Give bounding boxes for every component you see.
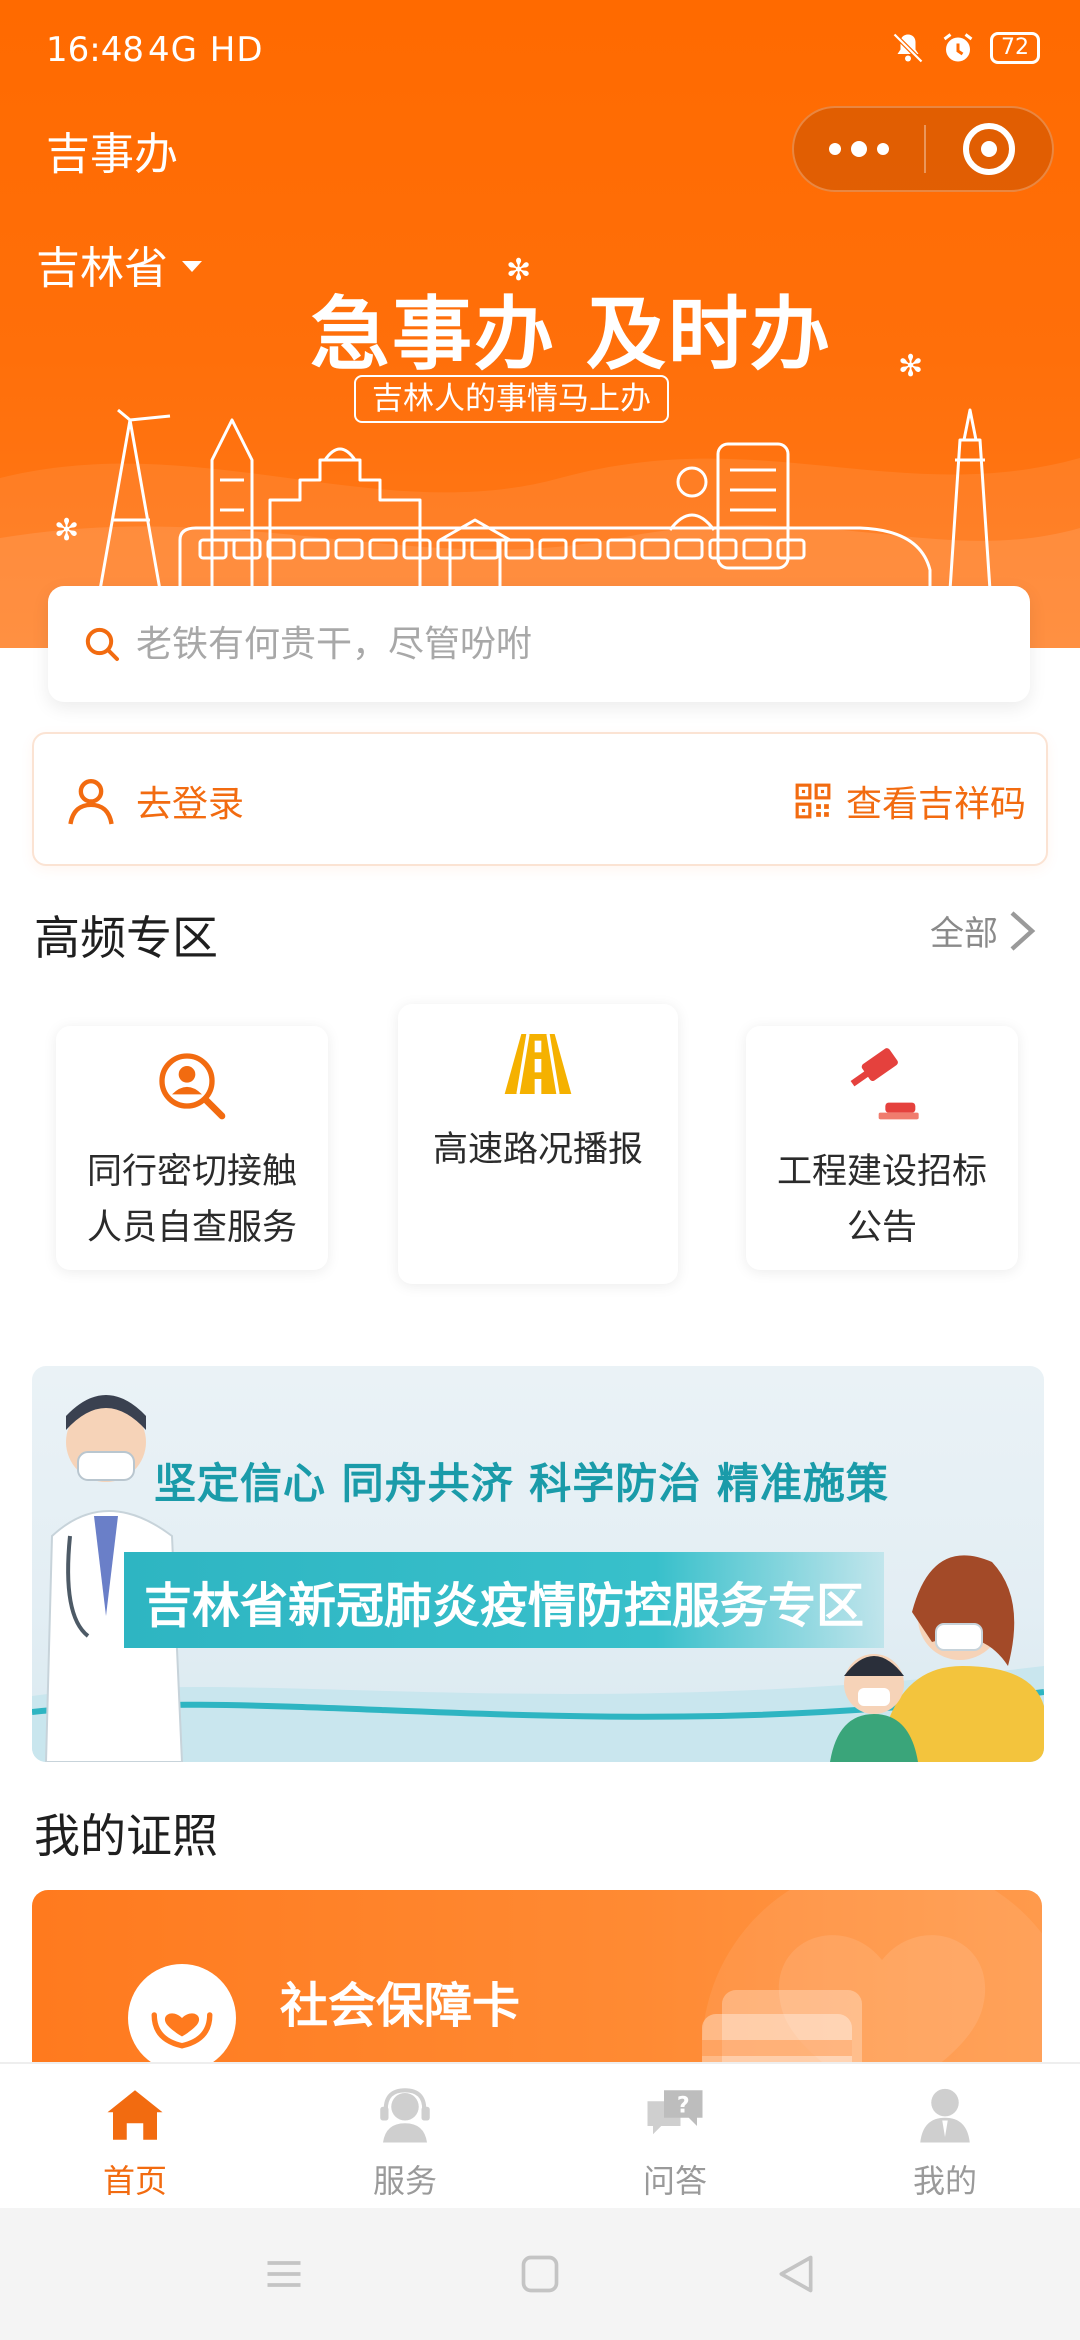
user-outline-icon bbox=[68, 779, 114, 825]
dot-icon bbox=[829, 143, 841, 155]
certificates-title: 我的证照 bbox=[34, 1809, 218, 1863]
caret-down-icon bbox=[182, 260, 202, 272]
network-indicator: 4G HD bbox=[148, 30, 264, 70]
banner-title: 吉林省新冠肺炎疫情防控服务专区 bbox=[144, 1578, 865, 1634]
menu-icon[interactable] bbox=[262, 2252, 306, 2296]
status-time: 16:48 bbox=[46, 30, 144, 70]
tab-label: 我的 bbox=[912, 2162, 977, 2200]
system-navigation-bar bbox=[0, 2208, 1080, 2340]
status-icons: 72 bbox=[890, 30, 1040, 66]
snowflake-icon: ✻ bbox=[898, 349, 924, 384]
certificate-name: 社会保障卡 bbox=[280, 1978, 521, 2034]
target-close-icon bbox=[963, 123, 1015, 175]
service-card-label: 高速路况播报 bbox=[432, 1130, 643, 1170]
qrcode-label: 查看吉祥码 bbox=[845, 784, 1026, 825]
tab-label: 问答 bbox=[642, 2162, 707, 2200]
tab-label: 首页 bbox=[102, 2162, 167, 2200]
dot-icon bbox=[851, 141, 867, 157]
service-card-label: 工程建设招标公告 bbox=[776, 1152, 987, 1248]
hero-slogan: 急事办 及时办 bbox=[310, 287, 832, 381]
service-card-bidding[interactable]: 工程建设招标公告 bbox=[746, 1026, 1018, 1270]
tab-service[interactable]: 服务 bbox=[270, 2064, 540, 2208]
home-square-icon[interactable] bbox=[518, 2252, 562, 2296]
service-card-highway[interactable]: 高速路况播报 bbox=[398, 1004, 678, 1284]
login-button[interactable]: 去登录 bbox=[62, 764, 244, 838]
city-skyline-illustration bbox=[98, 408, 992, 592]
tab-profile[interactable]: 我的 bbox=[810, 2064, 1080, 2208]
tab-home[interactable]: 首页 bbox=[0, 2064, 270, 2208]
search-icon bbox=[85, 627, 119, 661]
service-card-contact-selfcheck[interactable]: 同行密切接触人员自查服务 bbox=[56, 1026, 328, 1270]
banner-slogan: 坚定信心 同舟共济 科学防治 精准施策 bbox=[154, 1459, 889, 1508]
bottom-tab-bar: 首页 服务 ? 问答 我的 bbox=[0, 2062, 1080, 2208]
gavel-icon bbox=[850, 1048, 919, 1120]
chevron-right-icon bbox=[1010, 910, 1036, 951]
svg-text:?: ? bbox=[677, 2093, 690, 2118]
login-label: 去登录 bbox=[136, 784, 245, 825]
app-title: 吉事办 bbox=[46, 129, 178, 180]
miniprogram-capsule bbox=[792, 106, 1054, 192]
person-search-icon bbox=[159, 1053, 226, 1120]
dot-icon bbox=[877, 143, 889, 155]
close-miniprogram-button[interactable] bbox=[926, 123, 1052, 175]
home-icon bbox=[107, 2090, 163, 2140]
more-menu-button[interactable] bbox=[794, 106, 924, 192]
qa-icon: ? bbox=[647, 2090, 703, 2135]
see-all-label: 全部 bbox=[930, 914, 998, 954]
qrcode-icon bbox=[795, 783, 831, 819]
province-label: 吉林省 bbox=[36, 243, 168, 294]
account-card: 去登录 查看吉祥码 bbox=[32, 732, 1048, 866]
mute-bell-icon bbox=[892, 32, 924, 64]
profile-icon bbox=[920, 2088, 970, 2143]
hero-banner: 16:48 4G HD 72 吉事办 吉林省 急事办 及时办 吉林人的事情马上办… bbox=[0, 0, 1080, 648]
service-card-label: 同行密切接触人员自查服务 bbox=[86, 1152, 297, 1248]
see-all-link[interactable]: 全部 bbox=[930, 906, 1036, 955]
search-input[interactable] bbox=[136, 623, 996, 665]
epidemic-banner[interactable]: 坚定信心 同舟共济 科学防治 精准施策 吉林省新冠肺炎疫情防控服务专区 bbox=[32, 1366, 1044, 1762]
back-triangle-icon[interactable] bbox=[774, 2252, 818, 2296]
tab-qa[interactable]: ? 问答 bbox=[540, 2064, 810, 2208]
high-freq-title: 高频专区 bbox=[34, 911, 218, 965]
province-selector[interactable]: 吉林省 bbox=[36, 232, 202, 296]
battery-level: 72 bbox=[990, 32, 1040, 64]
tab-label: 服务 bbox=[372, 2162, 437, 2200]
view-qrcode-button[interactable]: 查看吉祥码 bbox=[794, 764, 1026, 838]
highway-icon bbox=[504, 1033, 572, 1095]
service-icon bbox=[380, 2088, 430, 2143]
snowflake-icon: ✻ bbox=[506, 253, 532, 288]
heart-hands-icon bbox=[151, 2012, 213, 2049]
status-bar: 16:48 4G HD 72 bbox=[0, 0, 1080, 110]
alarm-icon bbox=[943, 33, 973, 62]
social-security-icon bbox=[128, 1964, 236, 2072]
search-bar[interactable] bbox=[48, 586, 1030, 702]
